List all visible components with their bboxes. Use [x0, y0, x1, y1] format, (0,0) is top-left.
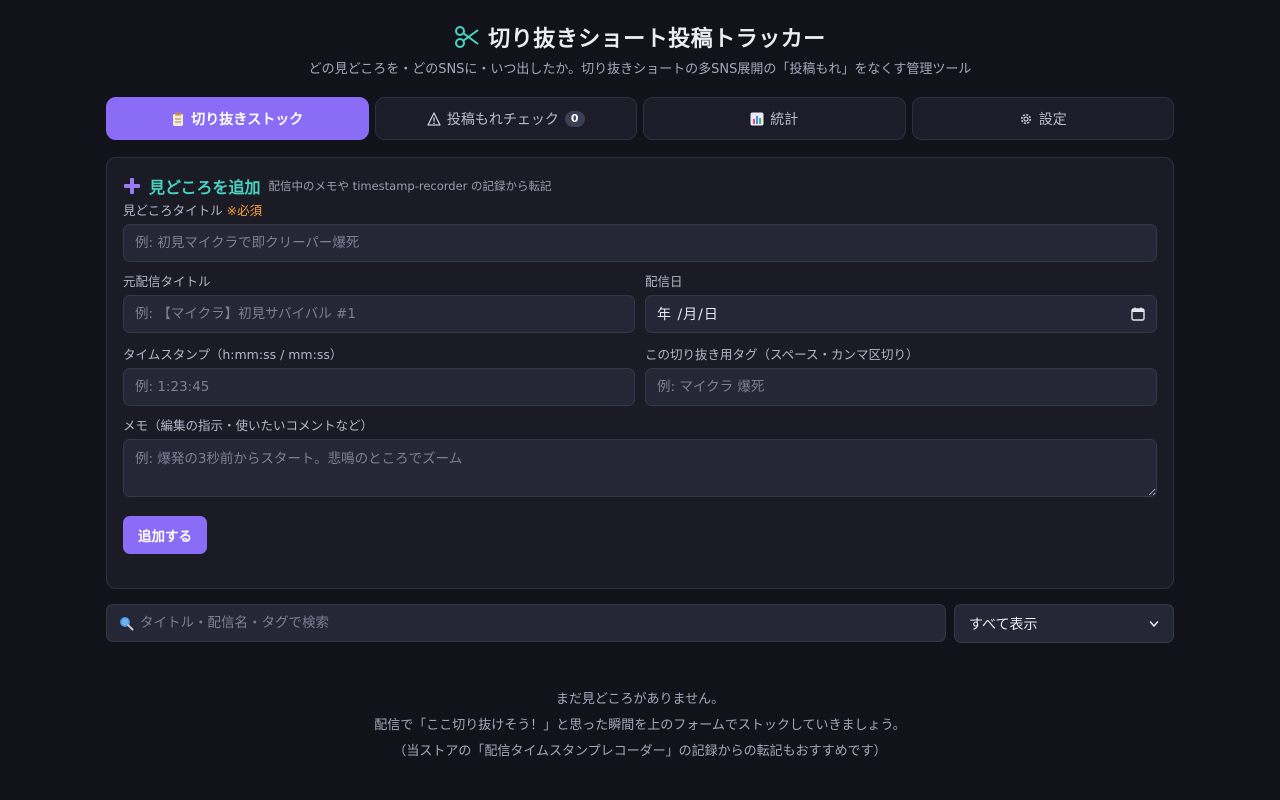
timestamp-group: タイムスタンプ（h:mm:ss / mm:ss）	[123, 346, 635, 406]
tags-input[interactable]	[645, 368, 1157, 406]
plus-icon	[123, 177, 141, 195]
timestamp-label: タイムスタンプ（h:mm:ss / mm:ss）	[123, 347, 343, 362]
required-mark: ※必須	[226, 203, 263, 218]
search-box[interactable]	[106, 604, 946, 642]
title-label-text: 見どころタイトル	[123, 203, 223, 218]
tab-label: 切り抜きストック	[191, 111, 304, 128]
tab-missing-check[interactable]: 投稿もれチェック 0	[374, 97, 637, 140]
app-title: 切り抜きショート投稿トラッカー	[106, 23, 1174, 52]
empty-state-line: 配信で「ここ切り抜けそう！」と思った瞬間を上のフォームでストックしていきましょう…	[374, 718, 906, 733]
bar-chart-icon	[750, 112, 764, 126]
tab-settings[interactable]: 設定	[911, 97, 1174, 140]
stream-title-input[interactable]	[123, 295, 635, 333]
add-highlight-card: 見どころを追加 配信中のメモや timestamp-recorder の記録から…	[106, 157, 1174, 589]
add-button[interactable]: 追加する	[123, 516, 207, 554]
tags-group: この切り抜き用タグ（スペース・カンマ区切り）	[645, 346, 1157, 406]
memo-textarea[interactable]	[123, 439, 1157, 497]
highlight-title-input[interactable]	[123, 224, 1157, 262]
scissors-icon	[454, 25, 480, 49]
title-field-group: 見どころタイトル ※必須	[123, 202, 1157, 262]
empty-state: まだ見どころがありません。 配信で「ここ切り抜けそう！」と思った瞬間を上のフォー…	[106, 687, 1174, 765]
tab-label: 統計	[770, 111, 799, 128]
empty-state-line: まだ見どころがありません。	[555, 692, 725, 707]
stream-date-group: 配信日 年 /月/日	[645, 273, 1157, 333]
page-title: 切り抜きショート投稿トラッカー	[488, 27, 826, 52]
card-note: 配信中のメモや timestamp-recorder の記録から転記	[268, 179, 552, 193]
tab-bar: 切り抜きストック 投稿もれチェック 0 統計 設定	[106, 97, 1174, 140]
stream-row: 元配信タイトル 配信日 年 /月/日	[123, 273, 1157, 333]
tab-clip-stock[interactable]: 切り抜きストック	[106, 97, 369, 140]
warning-icon	[427, 111, 441, 126]
filter-select[interactable]: すべて表示	[954, 604, 1174, 643]
timestamp-row: タイムスタンプ（h:mm:ss / mm:ss） この切り抜き用タグ（スペース・…	[123, 346, 1157, 406]
tab-stats[interactable]: 統計	[643, 97, 906, 140]
stream-date-input[interactable]: 年 /月/日	[645, 295, 1157, 333]
search-icon	[119, 616, 134, 631]
empty-state-line: （当ストアの「配信タイムスタンプレコーダー」の記録からの転記もおすすめです）	[393, 744, 887, 759]
timestamp-input[interactable]	[123, 368, 635, 406]
search-row: すべて表示	[106, 604, 1174, 643]
tags-label: この切り抜き用タグ（スペース・カンマ区切り）	[645, 347, 919, 362]
page-header: 切り抜きショート投稿トラッカー どの見どころを・どのSNSに・いつ出したか。切り…	[106, 0, 1174, 77]
search-input[interactable]	[140, 615, 933, 631]
page-subtitle: どの見どころを・どのSNSに・いつ出したか。切り抜きショートの多SNS展開の「投…	[308, 62, 972, 77]
gear-icon	[1019, 112, 1033, 126]
title-label: 見どころタイトル ※必須	[123, 202, 1157, 219]
missing-count-badge: 0	[564, 110, 585, 127]
stream-title-group: 元配信タイトル	[123, 273, 635, 333]
date-value: 年 /月/日	[657, 307, 719, 323]
card-title: 見どころを追加	[149, 178, 261, 197]
chevron-down-icon	[1149, 619, 1159, 629]
tab-label: 設定	[1038, 111, 1067, 128]
memo-group: メモ（編集の指示・使いたいコメントなど）	[123, 417, 1157, 501]
filter-selected-value: すべて表示	[969, 616, 1038, 633]
card-header: 見どころを追加 配信中のメモや timestamp-recorder の記録から…	[123, 174, 1157, 198]
stream-date-label: 配信日	[645, 274, 683, 289]
clipboard-icon	[171, 112, 185, 126]
app-container: 切り抜きショート投稿トラッカー どの見どころを・どのSNSに・いつ出したか。切り…	[106, 0, 1174, 765]
tab-label: 投稿もれチェック	[446, 111, 559, 128]
calendar-icon[interactable]	[1131, 307, 1145, 321]
memo-label: メモ（編集の指示・使いたいコメントなど）	[123, 418, 374, 433]
stream-title-label: 元配信タイトル	[123, 274, 211, 289]
